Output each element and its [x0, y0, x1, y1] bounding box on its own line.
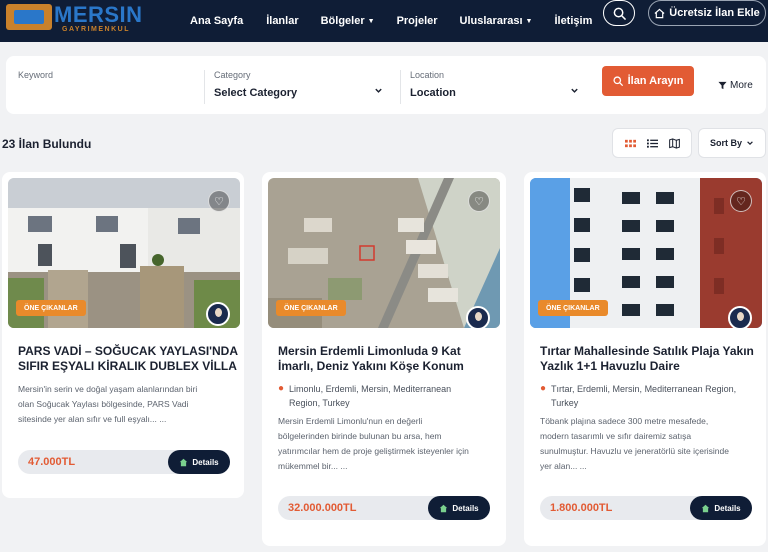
featured-badge: ÖNE ÇIKANLAR [276, 300, 346, 316]
more-filters-label: More [730, 80, 753, 91]
filter-divider [204, 70, 205, 104]
heart-icon: ♡ [474, 195, 484, 208]
logo-mark-icon [6, 4, 52, 30]
free-listing-label: Ücretsiz İlan Ekle [669, 7, 760, 19]
map-icon [668, 137, 680, 149]
chevron-down-icon [374, 86, 383, 97]
search-listings-label: İlan Arayın [627, 75, 684, 87]
list-icon [646, 138, 658, 148]
listing-price: 1.800.000TL [550, 502, 613, 514]
keyword-field[interactable]: Keyword [6, 56, 202, 114]
filter-icon [718, 81, 727, 90]
favorite-heart-button[interactable]: ♡ [468, 190, 490, 212]
agent-avatar[interactable] [206, 302, 230, 326]
featured-badge: ÖNE ÇIKANLAR [538, 300, 608, 316]
site-header: MERSIN GAYRIMENKUL Ana Sayfa İlanlar Böl… [0, 0, 768, 42]
grid-icon [624, 139, 636, 147]
search-filter-bar: Keyword Category Select Category Locatio… [6, 56, 766, 114]
featured-badge: ÖNE ÇIKANLAR [16, 300, 86, 316]
site-logo[interactable]: MERSIN GAYRIMENKUL [6, 2, 142, 38]
logo-subtitle: GAYRIMENKUL [62, 26, 130, 33]
heart-icon: ♡ [736, 195, 746, 208]
heart-icon: ♡ [214, 195, 224, 208]
details-button[interactable]: Details [690, 496, 752, 520]
listing-description: Töbank plajına sadece 300 metre mesafede… [540, 416, 729, 471]
header-search-button[interactable] [603, 0, 635, 26]
home-icon [654, 8, 665, 18]
more-filters-button[interactable]: More [718, 80, 753, 91]
category-label: Category [214, 70, 251, 80]
listing-title[interactable]: Mersin Erdemli Limonluda 9 Kat İmarlı, D… [278, 344, 464, 374]
location-value: Location [410, 87, 456, 99]
listing-title[interactable]: PARS VADİ – SOĞUCAK YAYLASI'NDA SIFIR EŞ… [18, 344, 238, 374]
location-select[interactable]: Location Location [402, 56, 588, 114]
listing-card[interactable]: ♡ ÖNE ÇIKANLAR Mersin Erdemli Limonluda … [262, 172, 506, 546]
sort-by-dropdown[interactable]: Sort By [698, 128, 766, 158]
filter-divider [400, 70, 401, 104]
nav-item-ilanlar[interactable]: İlanlar [266, 15, 298, 27]
result-count: 23 İlan Bulundu [2, 137, 92, 151]
search-listings-button[interactable]: İlan Arayın [602, 66, 694, 96]
sort-by-label: Sort By [709, 138, 742, 148]
main-nav: Ana Sayfa İlanlar Bölgeler ▼ Projeler Ulu… [190, 0, 592, 42]
logo-text: MERSIN [54, 2, 143, 27]
listing-photo[interactable]: ♡ ÖNE ÇIKANLAR [8, 178, 240, 328]
location-label: Location [410, 70, 445, 80]
listing-location: ● Limonlu, Erdemli, Mersin, Mediterranea… [278, 383, 452, 408]
listing-card[interactable]: ♡ ÖNE ÇIKANLAR PARS VADİ – SOĞUCAK YAYLA… [2, 172, 244, 498]
chevron-down-icon [747, 141, 753, 146]
list-view-button[interactable] [644, 135, 660, 151]
listing-location: ● Tırtar, Erdemli, Mersin, Mediterranean… [540, 383, 737, 408]
listing-price: 32.000.000TL [288, 502, 357, 514]
map-view-button[interactable] [666, 135, 682, 151]
view-toggle-group [612, 128, 692, 158]
listing-photo[interactable]: ♡ ÖNE ÇIKANLAR [530, 178, 762, 328]
nav-item-ana-sayfa[interactable]: Ana Sayfa [190, 15, 243, 27]
price-pill: 32.000.000TL Details [278, 496, 490, 520]
search-icon [613, 76, 623, 86]
category-value: Select Category [214, 87, 298, 99]
favorite-heart-button[interactable]: ♡ [730, 190, 752, 212]
nav-item-iletisim[interactable]: İletişim [554, 15, 592, 27]
free-listing-button[interactable]: Ücretsiz İlan Ekle [648, 0, 766, 26]
details-button[interactable]: Details [428, 496, 490, 520]
location-pin-icon: ● [278, 383, 285, 394]
chevron-down-icon: ▼ [525, 17, 533, 25]
home-icon [702, 504, 710, 512]
listing-price: 47.000TL [28, 456, 76, 468]
details-button[interactable]: Details [168, 450, 230, 474]
favorite-heart-button[interactable]: ♡ [208, 190, 230, 212]
category-select[interactable]: Category Select Category [206, 56, 392, 114]
chevron-down-icon [570, 86, 579, 97]
listing-photo[interactable]: ♡ ÖNE ÇIKANLAR [268, 178, 500, 328]
agent-avatar[interactable] [728, 306, 752, 328]
agent-avatar[interactable] [466, 306, 490, 328]
location-pin-icon: ● [540, 383, 547, 394]
chevron-down-icon: ▼ [367, 17, 375, 25]
nav-item-projeler[interactable]: Projeler [397, 15, 438, 27]
listing-description: Mersin'in serin ve doğal yaşam alanların… [18, 384, 198, 424]
home-icon [180, 458, 188, 466]
listing-card[interactable]: ♡ ÖNE ÇIKANLAR Tırtar Mahallesinde Satıl… [524, 172, 766, 546]
nav-item-uluslararasi[interactable]: Uluslararası ▼ [460, 15, 533, 27]
price-pill: 1.800.000TL Details [540, 496, 752, 520]
home-icon [440, 504, 448, 512]
nav-item-bolgeler[interactable]: Bölgeler ▼ [321, 15, 375, 27]
price-pill: 47.000TL Details [18, 450, 230, 474]
listing-title[interactable]: Tırtar Mahallesinde Satılık Plaja Yakın … [540, 344, 754, 374]
search-icon [613, 7, 626, 20]
grid-view-button[interactable] [622, 135, 638, 151]
keyword-label: Keyword [18, 70, 54, 80]
listing-description: Mersin Erdemli Limonlu'nun en değerli bö… [278, 416, 469, 471]
